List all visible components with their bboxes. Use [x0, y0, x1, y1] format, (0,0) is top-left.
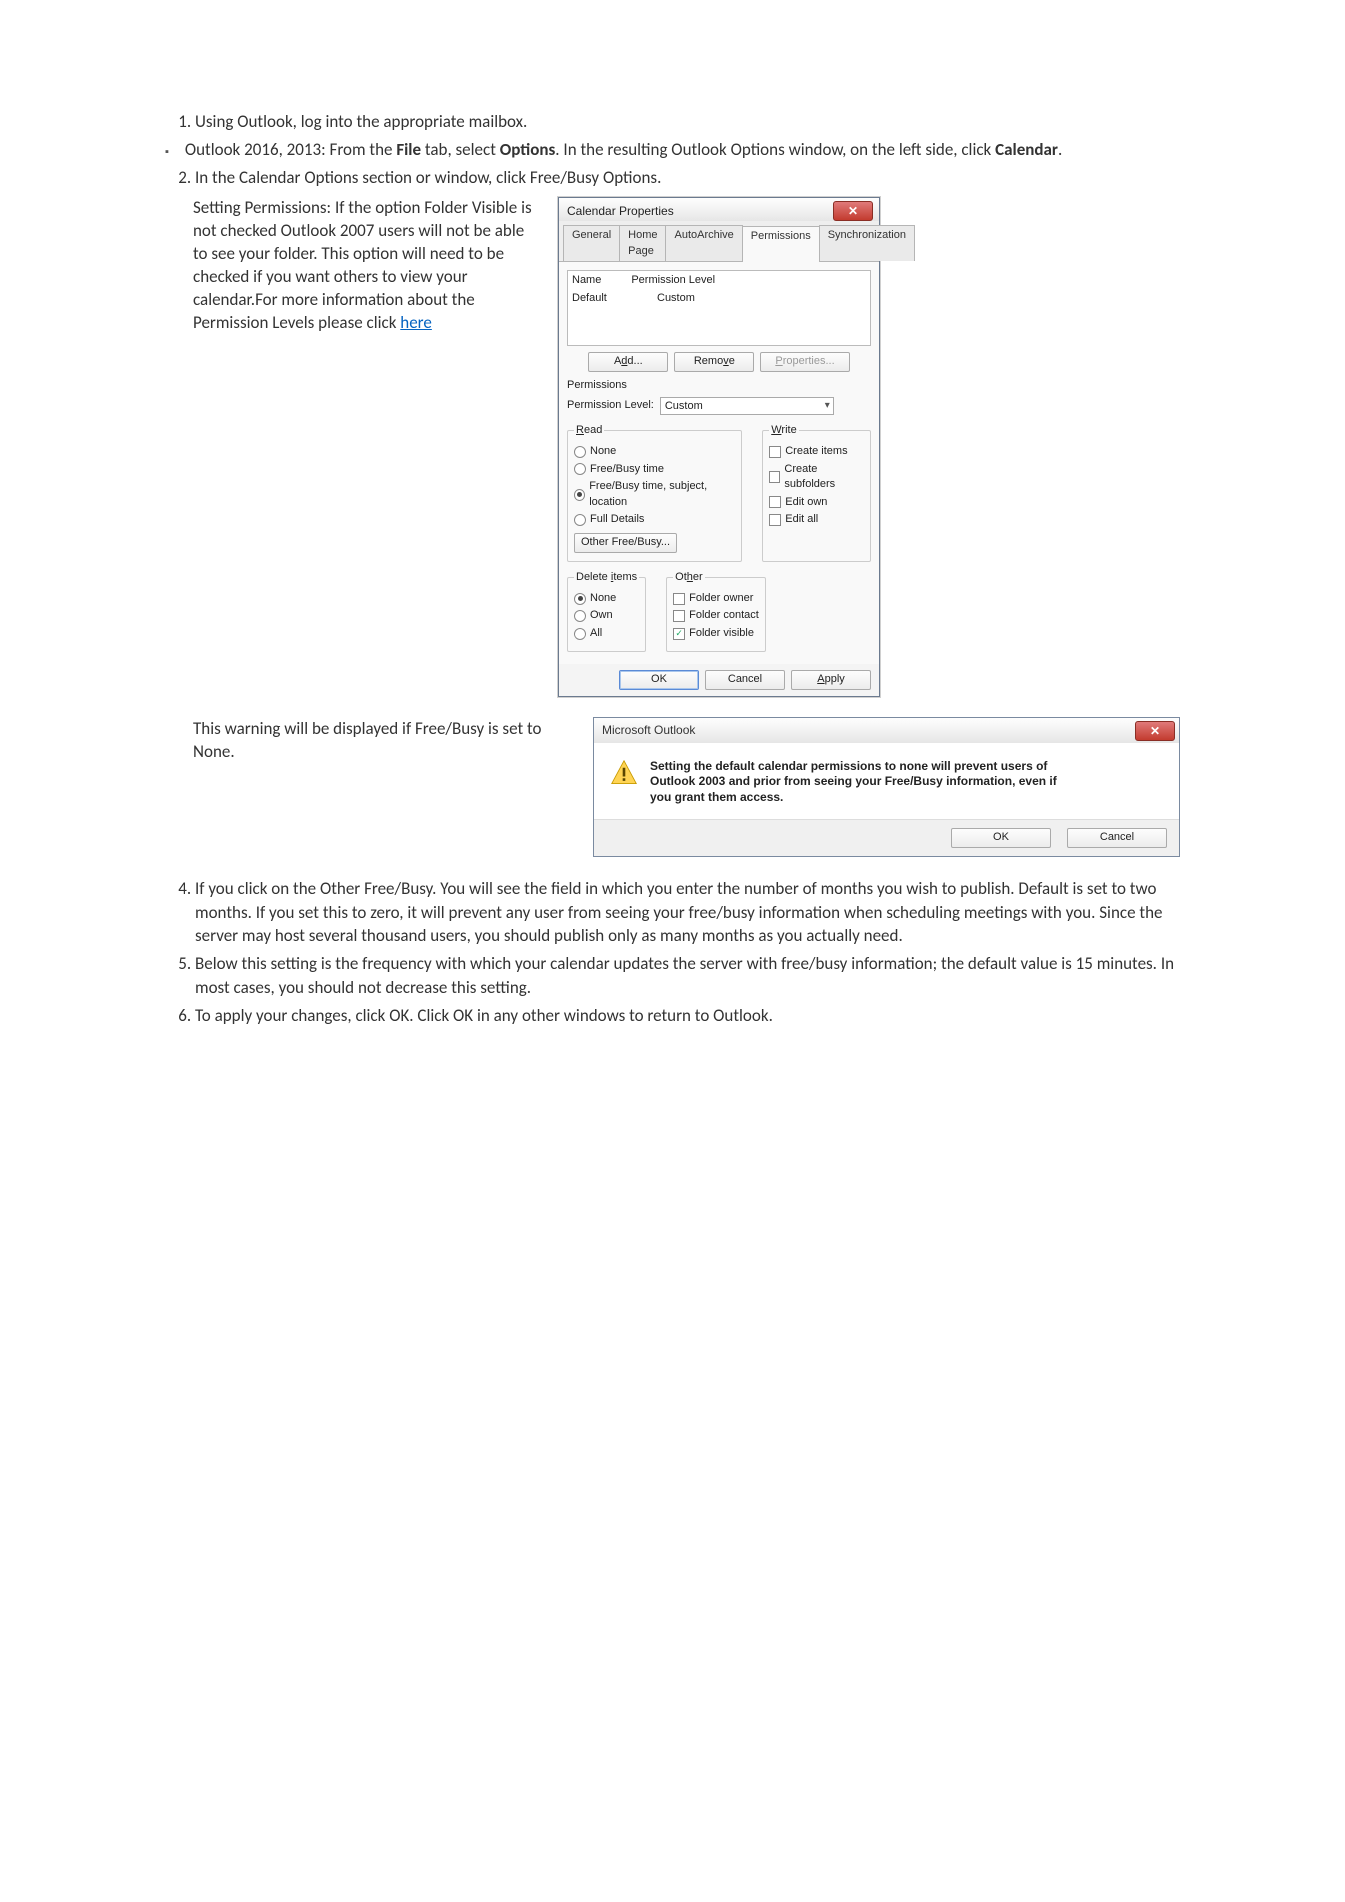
- folder-visible-check[interactable]: Folder visible: [673, 626, 759, 641]
- add-button[interactable]: Add...: [588, 352, 668, 371]
- folder-contact-check[interactable]: Folder contact: [673, 608, 759, 623]
- close-icon[interactable]: ✕: [833, 201, 873, 221]
- read-group: Read None Free/Busy time Free/Busy time,…: [567, 423, 742, 562]
- permission-level-select[interactable]: Custom: [660, 397, 834, 415]
- ok-button[interactable]: OK: [619, 670, 699, 689]
- warning-icon: [610, 759, 638, 787]
- table-row[interactable]: DefaultCustom: [572, 291, 866, 306]
- warning-title: Microsoft Outlook: [602, 722, 695, 739]
- step-1: Using Outlook, log into the appropriate …: [195, 110, 1180, 134]
- step-4: If you click on the Other Free/Busy. You…: [195, 877, 1180, 948]
- warning-ok-button[interactable]: OK: [951, 828, 1051, 847]
- permissions-label: Permissions: [567, 378, 871, 393]
- warning-description: This warning will be displayed if Free/B…: [193, 717, 563, 765]
- step-1-text: Using Outlook, log into the appropriate …: [195, 111, 527, 132]
- step-5: Below this setting is the frequency with…: [195, 952, 1180, 1000]
- tab-autoarchive[interactable]: AutoArchive: [665, 225, 742, 261]
- warning-row: This warning will be displayed if Free/B…: [193, 717, 1180, 857]
- permissions-listbox[interactable]: NamePermission Level DefaultCustom: [567, 270, 871, 346]
- step-1-sublist: Outlook 2016, 2013: From the File tab, s…: [153, 138, 1180, 162]
- tab-permissions[interactable]: Permissions: [742, 226, 820, 262]
- dialog-title: Calendar Properties: [567, 203, 674, 220]
- write-group: Write Create items Create subfolders Edi…: [762, 423, 871, 562]
- permission-level-label: Permission Level:: [567, 398, 654, 413]
- read-full-details-radio[interactable]: Full Details: [574, 512, 735, 527]
- delete-none-radio[interactable]: None: [574, 591, 639, 606]
- edit-own-check[interactable]: Edit own: [769, 495, 864, 510]
- step-6: To apply your changes, click OK. Click O…: [195, 1004, 1180, 1028]
- delete-all-radio[interactable]: All: [574, 626, 639, 641]
- read-freebusy-radio[interactable]: Free/Busy time: [574, 462, 735, 477]
- edit-all-check[interactable]: Edit all: [769, 512, 864, 527]
- dialog-tabs: General Home Page AutoArchive Permission…: [559, 221, 879, 262]
- here-link[interactable]: here: [400, 312, 432, 333]
- calendar-properties-dialog: Calendar Properties ✕ General Home Page …: [558, 197, 880, 696]
- warning-message: Setting the default calendar permissions…: [650, 759, 1070, 806]
- other-freebusy-button[interactable]: Other Free/Busy...: [574, 533, 677, 552]
- permissions-row: Setting Permissions: If the option Folde…: [193, 197, 1180, 696]
- warning-cancel-button[interactable]: Cancel: [1067, 828, 1167, 847]
- delete-items-group: Delete items None Own All: [567, 570, 646, 653]
- read-freebusy-subject-radio[interactable]: Free/Busy time, subject, location: [574, 479, 735, 510]
- tab-home-page[interactable]: Home Page: [619, 225, 666, 261]
- tab-general[interactable]: General: [563, 225, 620, 261]
- folder-owner-check[interactable]: Folder owner: [673, 591, 759, 606]
- warning-titlebar[interactable]: Microsoft Outlook ✕: [594, 718, 1179, 743]
- instructions-list: Using Outlook, log into the appropriate …: [165, 110, 1180, 134]
- outlook-warning-dialog: Microsoft Outlook ✕ Setting the default …: [593, 717, 1180, 857]
- apply-button[interactable]: Apply: [791, 670, 871, 689]
- create-items-check[interactable]: Create items: [769, 444, 864, 459]
- close-icon[interactable]: ✕: [1135, 721, 1175, 741]
- cancel-button[interactable]: Cancel: [705, 670, 785, 689]
- permissions-description: Setting Permissions: If the option Folde…: [193, 197, 538, 335]
- delete-own-radio[interactable]: Own: [574, 608, 639, 623]
- read-none-radio[interactable]: None: [574, 444, 735, 459]
- properties-button: Properties...: [760, 352, 849, 371]
- other-group: Other Folder owner Folder contact Folder…: [666, 570, 766, 653]
- instructions-list-rest: If you click on the Other Free/Busy. You…: [165, 877, 1180, 1028]
- create-subfolders-check[interactable]: Create subfolders: [769, 462, 864, 493]
- step-2: In the Calendar Options section or windo…: [195, 166, 1180, 190]
- step-1-sub: Outlook 2016, 2013: From the File tab, s…: [153, 138, 1180, 162]
- remove-button[interactable]: Remove: [674, 352, 754, 371]
- instructions-list-cont: In the Calendar Options section or windo…: [165, 166, 1180, 190]
- dialog-titlebar[interactable]: Calendar Properties ✕: [559, 198, 879, 221]
- tab-synchronization[interactable]: Synchronization: [819, 225, 915, 261]
